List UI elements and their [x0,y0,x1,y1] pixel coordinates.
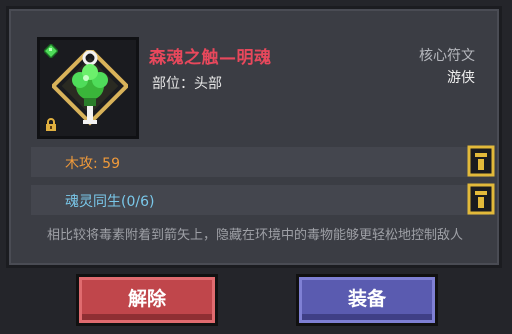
slot-label: 部位： [152,76,194,92]
item-category: 核心符文 [419,48,475,64]
stat-set-bonus: 魂灵同生(0/6) [65,194,155,210]
equip-button[interactable]: 装备 [296,274,438,326]
slot-icon[interactable] [465,145,497,177]
stat-row: 魂灵同生(0/6) [31,183,495,215]
unequip-button[interactable]: 解除 [76,274,218,326]
item-description: 相比较将毒素附着到箭矢上，隐藏在环境中的毒物能够更轻松地控制敌人 [47,228,464,243]
item-slot: 部位：头部 [152,73,222,93]
item-icon-frame [37,37,139,139]
stat-wood-attack: 木攻: 59 [65,156,120,172]
item-detail-panel: 森魂之触—明魂 部位：头部 核心符文 游侠 木攻: 59 魂灵同生(0/6) 相… [6,6,502,268]
slot-icon[interactable] [465,183,497,215]
stat-row: 木攻: 59 [31,145,495,177]
slot-value: 头部 [194,76,222,92]
item-class: 游侠 [447,70,475,86]
lock-icon [46,118,56,131]
green-soul-amulet-icon [52,50,128,126]
item-title: 森魂之触—明魂 [149,48,272,68]
